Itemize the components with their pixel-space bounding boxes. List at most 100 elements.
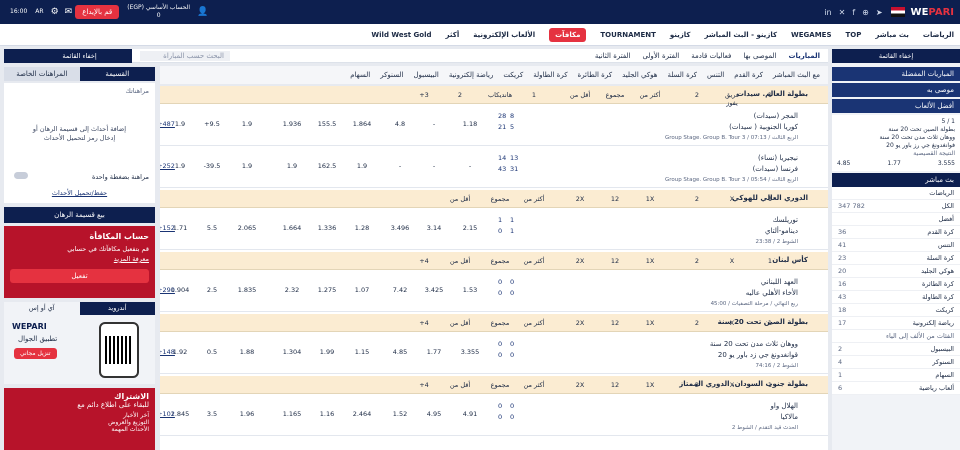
vk-icon[interactable]: ⊕ xyxy=(862,8,869,17)
search-input[interactable]: البحث حسب المباراة xyxy=(140,50,230,61)
sport-list-item[interactable]: كريكت 18 xyxy=(832,304,960,317)
live-header[interactable]: بث مباشر xyxy=(832,173,960,187)
tab-recommended[interactable]: الموصى بها xyxy=(743,52,776,60)
odd-value[interactable]: 3.425 xyxy=(422,286,446,294)
nav-sports[interactable]: الرياضات xyxy=(923,31,954,39)
odd-value[interactable]: 2.464 xyxy=(350,410,374,418)
tab-matches[interactable]: المباريات xyxy=(788,52,820,60)
match-row[interactable]: نيجيريا (نساء) فرنسا (سيدات) Group Stage. … xyxy=(160,148,828,188)
tab-first-half[interactable]: الفترة الأولى xyxy=(642,52,679,60)
account-balance[interactable]: الحساب الأساسي (EGP) 0 xyxy=(127,4,190,20)
odd-value[interactable]: 1.07 xyxy=(350,286,374,294)
odd-value[interactable]: 7.42 xyxy=(388,286,412,294)
odd-value[interactable]: 1.53 xyxy=(458,286,482,294)
deposit-button[interactable]: قم بالإيداع xyxy=(75,5,120,19)
odd-value[interactable]: 1.18 xyxy=(458,120,482,128)
match-row[interactable]: المجر (سيدات) كوريا الجنوبية ( سيدات) Grou… xyxy=(160,106,828,146)
filter-table-tennis[interactable]: كرة الطاولة xyxy=(533,71,567,79)
nav-top[interactable]: TOP xyxy=(846,31,862,39)
filter-volleyball[interactable]: كرة الطائرة xyxy=(578,71,613,79)
right-collapse[interactable]: إخفاء القائمة xyxy=(832,49,960,63)
odd-value[interactable]: +290 xyxy=(160,286,178,294)
odd-value[interactable]: 162.5 xyxy=(315,162,339,170)
filter-basketball[interactable]: كرة السلة xyxy=(667,71,696,79)
match-row[interactable]: العهد اللبناني الأخاء الأهلي عاليه ربع الن… xyxy=(160,272,828,312)
odd-value[interactable]: +487 xyxy=(160,120,178,128)
activate-button[interactable]: تفعيل xyxy=(10,269,149,283)
filter-cricket[interactable]: كريكت xyxy=(503,71,523,79)
nav-casino[interactable]: كازينو xyxy=(670,31,691,39)
odd-value[interactable]: +102 xyxy=(160,410,178,418)
tab-ios[interactable]: آي أو إس xyxy=(4,302,80,315)
odd-value[interactable]: 0.5 xyxy=(200,348,224,356)
odd-value[interactable]: 1.99 xyxy=(315,348,339,356)
odd-home[interactable]: 3.555 xyxy=(938,160,955,168)
promo-more[interactable]: معرفة المزيد xyxy=(10,255,149,263)
odd-value[interactable]: 1.9 xyxy=(235,120,259,128)
odd-value[interactable]: 1.9 xyxy=(235,162,259,170)
odd-value[interactable]: 3.355 xyxy=(458,348,482,356)
nav-live[interactable]: بث مباشر xyxy=(875,31,909,39)
odd-value[interactable]: 4.91 xyxy=(458,410,482,418)
sport-list-item[interactable]: ألعاب رياضية 6 xyxy=(832,382,960,395)
install-button[interactable]: تنزيل مجاني xyxy=(14,348,57,359)
best-games-header[interactable]: أفضل الألعاب xyxy=(832,99,960,113)
odd-value[interactable]: 1.864 xyxy=(350,120,374,128)
sport-list-item[interactable]: التنس 41 xyxy=(832,239,960,252)
odd-value[interactable]: 4.8 xyxy=(388,120,412,128)
sports-tab[interactable]: الرياضات xyxy=(832,187,960,200)
odd-value[interactable]: 1.9 xyxy=(350,162,374,170)
filter-esports[interactable]: رياضة إلكترونية xyxy=(449,71,494,79)
filter-baseball[interactable]: البيسبول xyxy=(413,71,438,79)
odd-value[interactable]: - xyxy=(458,162,482,170)
x-icon[interactable]: ✕ xyxy=(839,8,846,17)
language-select[interactable]: AR xyxy=(35,8,43,16)
sport-list-item[interactable]: السهام 1 xyxy=(832,369,960,382)
odd-value[interactable]: 1.88 xyxy=(235,348,259,356)
tab-upcoming[interactable]: فعاليات قادمة xyxy=(691,52,731,60)
nav-esports-games[interactable]: الألعاب الإلكترونية xyxy=(473,31,535,39)
filter-ice-hockey[interactable]: هوكي الجليد xyxy=(622,71,657,79)
nav-tournament[interactable]: TOURNAMENT xyxy=(600,31,655,39)
odd-value[interactable]: 2.15 xyxy=(458,224,482,232)
odd-value[interactable]: -39.5 xyxy=(200,162,224,170)
odd-value[interactable]: 1.77 xyxy=(422,348,446,356)
odd-value[interactable]: 2.32 xyxy=(280,286,304,294)
tab-special-bets[interactable]: المراهنات الخاصة xyxy=(4,67,80,81)
odd-value[interactable]: 1.96 xyxy=(235,410,259,418)
odd-value[interactable]: - xyxy=(388,162,412,170)
odd-value[interactable]: 1.16 xyxy=(315,410,339,418)
linkedin-icon[interactable]: in xyxy=(824,8,831,17)
odd-value[interactable]: - xyxy=(422,162,446,170)
tab-android[interactable]: أندرويد xyxy=(79,302,155,315)
nav-wegames[interactable]: WEGAMES xyxy=(791,31,831,39)
odd-value[interactable]: 3.14 xyxy=(422,224,446,232)
tab-second-half[interactable]: الفترة الثانية xyxy=(595,52,631,60)
filter-tennis[interactable]: التنس xyxy=(707,71,724,79)
sport-list-item[interactable]: كرة القدم 36 xyxy=(832,226,960,239)
match-row[interactable]: الهلال واو مالاكيا الحدث قيد التقدم / الشو… xyxy=(160,396,828,436)
facebook-icon[interactable]: f xyxy=(852,8,855,17)
odd-value[interactable]: 1.28 xyxy=(350,224,374,232)
best-game-card[interactable]: 1 / 5 بطولة الصين تحت 20 سنة ووهان ثلاث … xyxy=(832,115,960,171)
filter-football[interactable]: كرة القدم xyxy=(734,71,763,79)
odd-value[interactable]: 1.664 xyxy=(280,224,304,232)
logo[interactable]: WEPARI xyxy=(911,7,954,18)
telegram-icon[interactable]: ➤ xyxy=(876,8,883,17)
sport-list-item[interactable]: كرة السلة 23 xyxy=(832,252,960,265)
odd-value[interactable]: 4.95 xyxy=(422,410,446,418)
best-row[interactable]: أفضل xyxy=(832,213,960,226)
odd-value[interactable]: 1.835 xyxy=(235,286,259,294)
mail-icon[interactable]: ✉ xyxy=(65,7,73,17)
odd-value[interactable]: 1.336 xyxy=(315,224,339,232)
odd-value[interactable]: - xyxy=(422,120,446,128)
sport-list-item[interactable]: كرة الطاولة 43 xyxy=(832,291,960,304)
filter-darts[interactable]: السهام xyxy=(350,71,370,79)
odd-value[interactable]: 1.9 xyxy=(280,162,304,170)
odd-value[interactable]: 155.5 xyxy=(315,120,339,128)
match-row[interactable]: ووهان ثلاث مدن تحت 20 سنة قوانغدونغ جي زد… xyxy=(160,334,828,374)
odd-value[interactable]: +148 xyxy=(160,348,178,356)
odd-value[interactable]: +9.5 xyxy=(200,120,224,128)
one-click-toggle[interactable] xyxy=(14,172,28,179)
sell-bet-button[interactable]: بيع قسيمة الرهان xyxy=(4,207,155,223)
